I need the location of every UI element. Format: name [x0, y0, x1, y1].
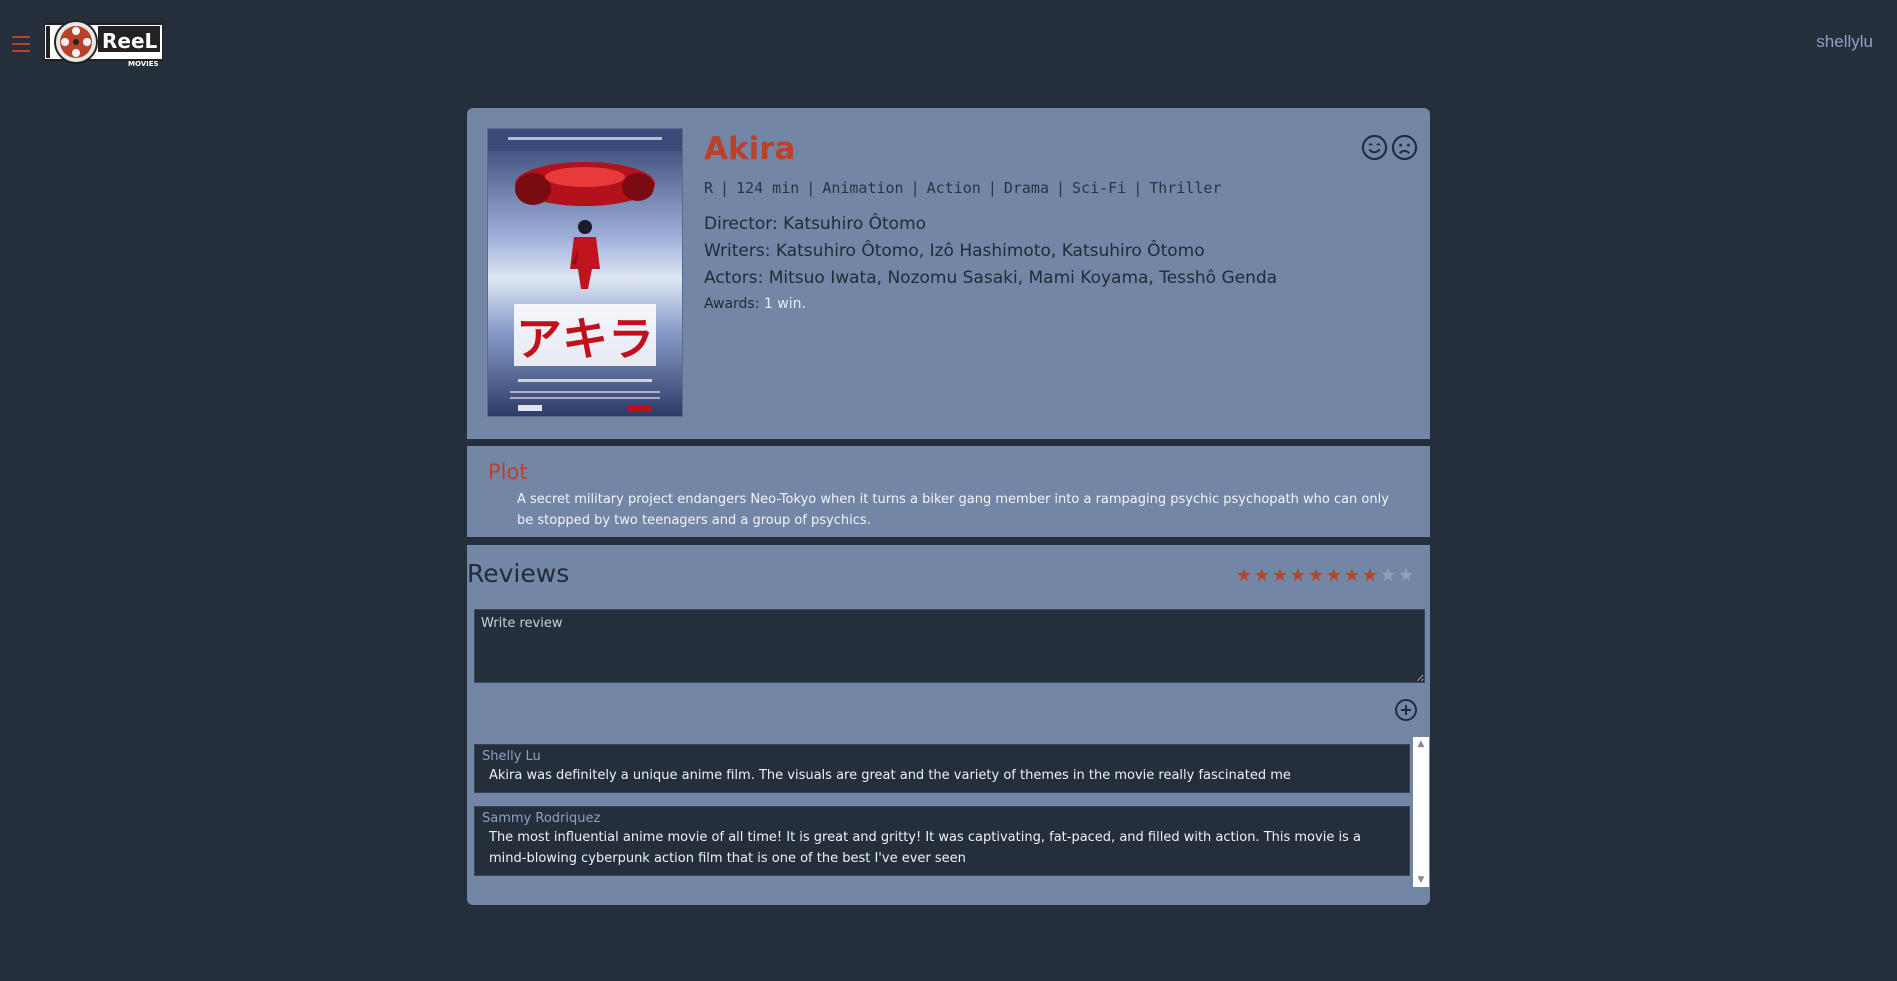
star-icon[interactable]: ★: [1289, 567, 1307, 585]
star-icon[interactable]: ★: [1325, 567, 1343, 585]
mood-buttons: [1361, 134, 1418, 161]
rating-label: R: [704, 179, 714, 197]
hamburger-line: [12, 36, 30, 38]
review-text: Akira was definitely a unique anime film…: [489, 768, 1291, 783]
movie-poster: アキラ: [487, 128, 683, 417]
star-icon[interactable]: ★: [1397, 567, 1415, 585]
movie-meta: R | 124 min | Animation | Action | Drama | Sci-Fi |…: [704, 179, 1222, 197]
hamburger-line: [12, 50, 30, 52]
writers-row: Writers: Katsuhiro Ôtomo, Izô Hashimoto,…: [704, 238, 1410, 265]
genre-label: Drama: [1003, 179, 1049, 197]
username-link[interactable]: shellylu: [1816, 32, 1873, 52]
film-reel-icon: ReeL MOVIES: [43, 20, 164, 68]
awards-row: Awards: 1 win.: [704, 292, 1410, 316]
plot-text: A secret military project endangers Neo-…: [517, 492, 1389, 528]
svg-text:ReeL: ReeL: [102, 29, 158, 53]
movie-credits: Director: Katsuhiro Ôtomo Writers: Katsu…: [704, 211, 1410, 316]
hamburger-line: [12, 43, 30, 45]
director-row: Director: Katsuhiro Ôtomo: [704, 211, 1410, 238]
review-author: Shelly Lu: [482, 749, 541, 764]
director-label: Director:: [704, 214, 778, 234]
review-list-scrollbar[interactable]: ▲ ▼: [1413, 737, 1429, 887]
plot-card: Plot A secret military project endangers…: [467, 446, 1430, 537]
reel-movies-logo[interactable]: ReeL MOVIES: [43, 20, 164, 68]
actors-label: Actors:: [704, 268, 764, 288]
akira-poster-image: アキラ: [488, 129, 682, 411]
runtime-label: 124 min: [736, 179, 800, 197]
actors-row: Actors: Mitsuo Iwata, Nozomu Sasaki, Mam…: [704, 265, 1410, 292]
hamburger-menu-icon[interactable]: [12, 36, 30, 52]
movie-title: Akira: [704, 131, 796, 167]
genre-label: Action: [926, 179, 981, 197]
review-author: Sammy Rodriquez: [482, 811, 601, 826]
writers-value: Katsuhiro Ôtomo, Izô Hashimoto, Katsuhir…: [775, 241, 1205, 261]
svg-text:アキラ: アキラ: [516, 312, 654, 366]
star-icon[interactable]: ★: [1235, 567, 1253, 585]
review-input[interactable]: [474, 609, 1425, 683]
frown-icon[interactable]: [1391, 134, 1418, 161]
movie-info: Akira R | 124 min | Animation | Action | Drama | S…: [704, 134, 1410, 316]
scroll-down-arrow-icon[interactable]: ▼: [1413, 873, 1429, 887]
star-icon[interactable]: ★: [1307, 567, 1325, 585]
genre-label: Sci-Fi: [1072, 179, 1127, 197]
genre-label: Thriller: [1149, 179, 1222, 197]
smile-icon[interactable]: [1361, 134, 1388, 161]
writers-label: Writers:: [704, 241, 771, 261]
star-icon[interactable]: ★: [1361, 567, 1379, 585]
svg-text:MOVIES: MOVIES: [128, 60, 159, 68]
awards-label: Awards:: [704, 296, 760, 312]
review-text: The most influential anime movie of all …: [489, 830, 1361, 866]
star-icon[interactable]: ★: [1253, 567, 1271, 585]
awards-value: 1 win.: [763, 296, 806, 312]
star-rating[interactable]: ★ ★ ★ ★ ★ ★ ★ ★ ★ ★: [1235, 567, 1415, 585]
plus-circle-icon[interactable]: [1394, 698, 1418, 722]
star-icon[interactable]: ★: [1271, 567, 1289, 585]
star-icon[interactable]: ★: [1343, 567, 1361, 585]
review-item: Shelly Lu Akira was definitely a unique …: [474, 744, 1410, 793]
movie-details-card: アキラ Akira R | 124 min | Animation | Action | Dra…: [467, 108, 1430, 439]
scroll-up-arrow-icon[interactable]: ▲: [1413, 737, 1429, 751]
review-item: Sammy Rodriquez The most influential ani…: [474, 806, 1410, 876]
reviews-card: Reviews ★★★★★★★★★★ Shelly Lu Akira was d…: [467, 545, 1430, 905]
review-list: Shelly Lu Akira was definitely a unique …: [474, 744, 1410, 894]
star-icon[interactable]: ★: [1379, 567, 1397, 585]
actors-value: Mitsuo Iwata, Nozomu Sasaki, Mami Koyama…: [768, 268, 1278, 288]
plot-heading: Plot: [488, 460, 528, 484]
director-value: Katsuhiro Ôtomo: [783, 214, 927, 234]
genre-label: Animation: [822, 179, 904, 197]
reviews-heading: Reviews: [467, 559, 570, 588]
